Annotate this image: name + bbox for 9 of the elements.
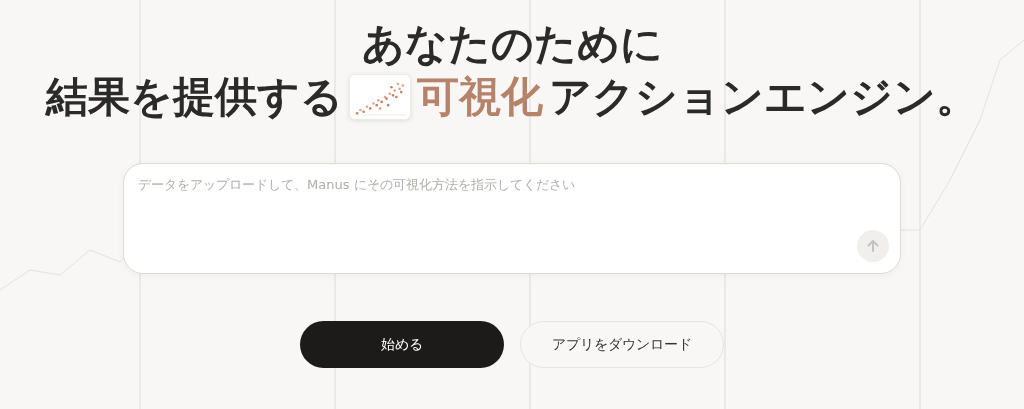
- headline-text: あなたのために: [361, 18, 663, 70]
- headline-text: アクションエンジン。: [549, 70, 978, 123]
- prompt-input-field[interactable]: データをアップロードして、Manus にその可視化方法を指示してください: [123, 163, 901, 274]
- headline-highlight: 可視化: [417, 70, 543, 123]
- headline-text: 結果を提供する: [46, 70, 343, 123]
- arrow-up-icon: [865, 238, 881, 254]
- download-app-button[interactable]: アプリをダウンロード: [520, 321, 724, 368]
- start-button[interactable]: 始める: [300, 321, 504, 368]
- scatter-chart-icon: [349, 73, 411, 120]
